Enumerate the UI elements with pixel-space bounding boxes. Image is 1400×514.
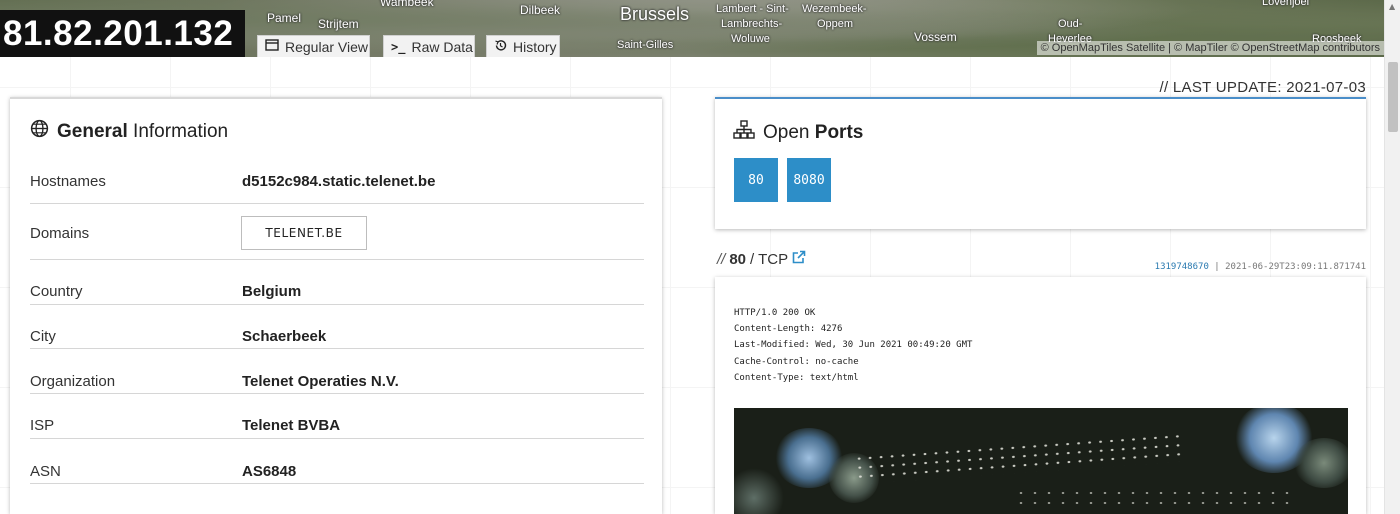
row-value: Belgium — [242, 283, 302, 300]
row-key: ISP — [30, 417, 55, 434]
row-key: ASN — [30, 463, 61, 480]
port-button-8080[interactable]: 8080 — [787, 158, 831, 202]
city-lights — [1014, 488, 1294, 512]
info-row-isp: ISP Telenet BVBA — [30, 394, 644, 439]
scrollbar-thumb[interactable] — [1388, 62, 1398, 132]
map-label: Woluwe — [731, 33, 770, 45]
map-label: Strijtem — [318, 17, 359, 31]
map-label: Wezembeek- — [802, 3, 867, 15]
info-row-hostnames: Hostnames d5152c984.static.telenet.be — [30, 154, 644, 204]
map-label: Lambert - Sint- — [716, 3, 789, 15]
map-label: Pamel — [267, 11, 302, 25]
sitemap-icon — [733, 120, 755, 145]
service-port: 80 — [729, 250, 747, 268]
map-label: Wambeek — [380, 0, 434, 9]
raw-data-button[interactable]: >_ Raw Data — [383, 35, 475, 57]
map-label: Oppem — [817, 18, 854, 30]
history-label: History — [513, 38, 557, 55]
row-value: Telenet Operaties N.V. — [242, 373, 399, 390]
service-hash[interactable]: 1319748670 — [1155, 262, 1209, 272]
row-key: City — [30, 328, 56, 345]
port-button-80[interactable]: 80 — [734, 158, 778, 202]
title-rest: Open — [763, 121, 815, 143]
row-value: AS6848 — [242, 463, 297, 480]
window-icon — [265, 39, 279, 54]
service-protocol: / TCP — [750, 250, 789, 268]
external-link-icon[interactable] — [792, 250, 806, 268]
info-row-domains: Domains TELENET.BE — [30, 204, 644, 260]
scroll-up-arrow-icon[interactable]: ▲ — [1389, 2, 1395, 11]
general-information-card: General Information Hostnames d5152c984.… — [10, 97, 662, 514]
map-label: Lovenjoel — [1262, 0, 1310, 8]
history-button[interactable]: History — [486, 35, 560, 57]
ip-address-title: 81.82.201.132 — [0, 10, 245, 57]
raw-data-label: Raw Data — [411, 38, 473, 55]
row-key: Domains — [30, 225, 90, 242]
service-header: // 80 / TCP — [717, 250, 806, 268]
row-key: Hostnames — [30, 173, 106, 190]
regular-view-button[interactable]: Regular View — [257, 35, 370, 57]
info-row-asn: ASN AS6848 — [30, 439, 644, 484]
globe-icon — [30, 119, 49, 144]
open-ports-title: Open Ports — [733, 120, 863, 145]
open-ports-card: Open Ports 80 8080 — [715, 97, 1366, 229]
service-meta: 1319748670 | 2021-06-29T23:09:11.871741 — [1155, 262, 1366, 272]
row-key: Organization — [30, 373, 116, 390]
map-label: Vossem — [914, 30, 957, 44]
map-label: Saint-Gilles — [617, 39, 674, 51]
map-label: Brussels — [620, 4, 690, 24]
row-key: Country — [30, 283, 83, 300]
map-label: Oud- — [1058, 18, 1083, 30]
general-information-title: General Information — [30, 119, 228, 144]
map-attribution[interactable]: © OpenMapTiles Satellite | © MapTiler © … — [1036, 41, 1384, 55]
title-bold: General — [57, 120, 128, 142]
title-bold: Ports — [814, 121, 864, 143]
last-update: // LAST UPDATE: 2021-07-03 — [1159, 79, 1366, 96]
city-lights — [853, 431, 1185, 485]
terminal-icon: >_ — [391, 39, 406, 54]
screenshot-image[interactable] — [734, 408, 1348, 514]
regular-view-label: Regular View — [285, 38, 369, 55]
map-label: Lambrechts- — [721, 18, 783, 30]
history-icon — [494, 39, 507, 55]
info-row-country: Country Belgium — [30, 260, 644, 305]
map-label: Dilbeek — [520, 3, 561, 17]
info-row-organization: Organization Telenet Operaties N.V. — [30, 349, 644, 394]
title-rest: Information — [127, 120, 229, 142]
info-row-city: City Schaerbeek — [30, 305, 644, 349]
http-banner: HTTP/1.0 200 OK Content-Length: 4276 Las… — [734, 308, 973, 383]
service-timestamp: | 2021-06-29T23:09:11.871741 — [1214, 262, 1366, 272]
service-slash: // — [717, 250, 726, 268]
row-value[interactable]: d5152c984.static.telenet.be — [242, 173, 435, 190]
scrollbar[interactable]: ▲ — [1384, 0, 1400, 514]
row-value: Telenet BVBA — [242, 417, 341, 434]
row-value: Schaerbeek — [242, 328, 327, 345]
service-banner-card: HTTP/1.0 200 OK Content-Length: 4276 Las… — [715, 277, 1366, 514]
domain-chip[interactable]: TELENET.BE — [241, 216, 367, 250]
